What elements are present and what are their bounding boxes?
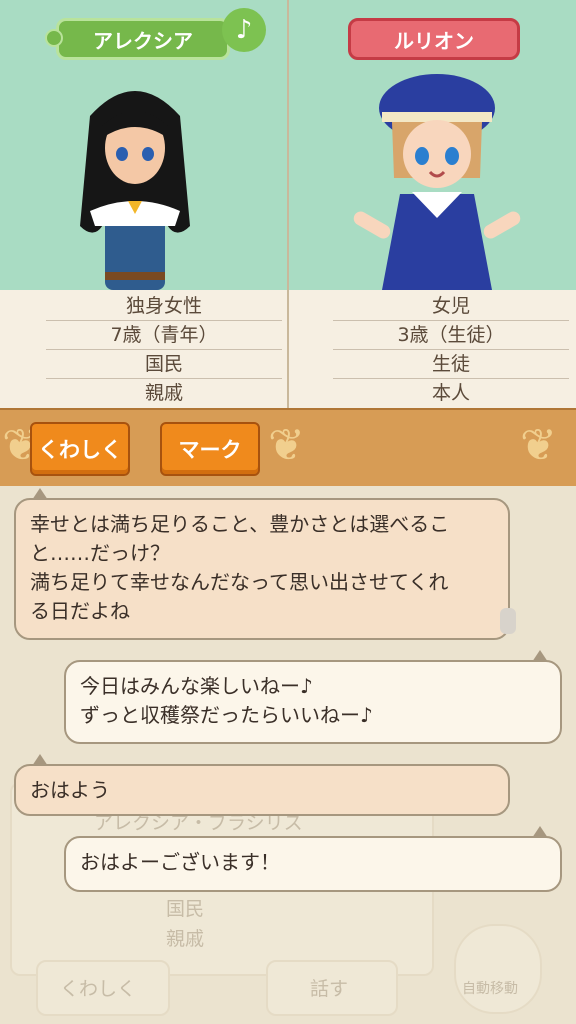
- dialogue-line: 満ち足りて幸せなんだなって思い出させてくれ: [30, 570, 449, 594]
- auto-move-label: 自動移動: [462, 981, 518, 997]
- left-character-name: アレクシア: [93, 28, 193, 53]
- ornament-icon: ❦: [268, 420, 305, 471]
- details-button[interactable]: くわしく: [30, 422, 130, 476]
- dialogue-line: る日だよね: [30, 599, 130, 623]
- right-info-row: 女児: [333, 292, 569, 321]
- right-character-name-tag: ルリオン: [348, 18, 520, 60]
- dialogue-line: と……だっけ？: [30, 541, 170, 565]
- dialogue-bubble: おはよーございます！: [64, 836, 562, 892]
- right-character-portrait: [353, 74, 521, 290]
- dialogue-line: ずっと収穫祭だったらいいねー♪: [80, 703, 373, 727]
- ornament-icon: ❦: [520, 420, 557, 471]
- dialogue-bubble: 幸せとは満ち足りること、豊かさとは選べるこ と……だっけ？ 満ち足りて幸せなんだ…: [14, 498, 510, 640]
- bubble-tail: [532, 826, 548, 838]
- left-info-row: 親戚: [144, 382, 183, 404]
- left-character-info: 独身女性 7歳（青年） 国民 親戚: [0, 290, 287, 408]
- left-info-row: 独身女性: [46, 292, 282, 321]
- pin-icon: [500, 608, 516, 634]
- left-info-row: 国民: [46, 350, 282, 379]
- right-character-name: ルリオン: [394, 28, 474, 53]
- right-character-info: 女児 3歳（生徒） 生徒 本人: [289, 290, 576, 408]
- left-info-row: 7歳（青年）: [46, 321, 282, 350]
- bubble-tail: [532, 650, 548, 662]
- auto-move-button: [454, 924, 542, 1014]
- left-character-name-tag: アレクシア: [45, 18, 230, 60]
- dialogue-line: 幸せとは満ち足りること、豊かさとは選べるこ: [30, 512, 450, 536]
- music-note-icon[interactable]: ♪: [222, 8, 266, 52]
- bubble-tail: [32, 754, 48, 766]
- dialogue-line: 今日はみんな楽しいねー♪: [80, 674, 313, 698]
- background-details-label: くわしく: [60, 978, 137, 1000]
- dialogue-bubble: おはよう: [14, 764, 510, 816]
- action-bar: ❦ ❦ ❦ くわしく マーク: [0, 408, 576, 488]
- bubble-tail: [32, 488, 48, 500]
- dialogue-bubble: 今日はみんな楽しいねー♪ ずっと収穫祭だったらいいねー♪: [64, 660, 562, 744]
- mark-button[interactable]: マーク: [160, 422, 260, 476]
- right-info-row: 3歳（生徒）: [333, 321, 569, 350]
- dialogue-line: おはよーございます！: [80, 850, 280, 874]
- background-talk-label: 話す: [310, 978, 349, 1000]
- background-info-row: 国民: [166, 898, 205, 920]
- dialogue-line: おはよう: [30, 778, 110, 802]
- background-info-row: 親戚: [166, 928, 205, 950]
- right-info-row: 本人: [431, 382, 470, 404]
- left-character-portrait: [80, 91, 190, 290]
- right-info-row: 生徒: [333, 350, 569, 379]
